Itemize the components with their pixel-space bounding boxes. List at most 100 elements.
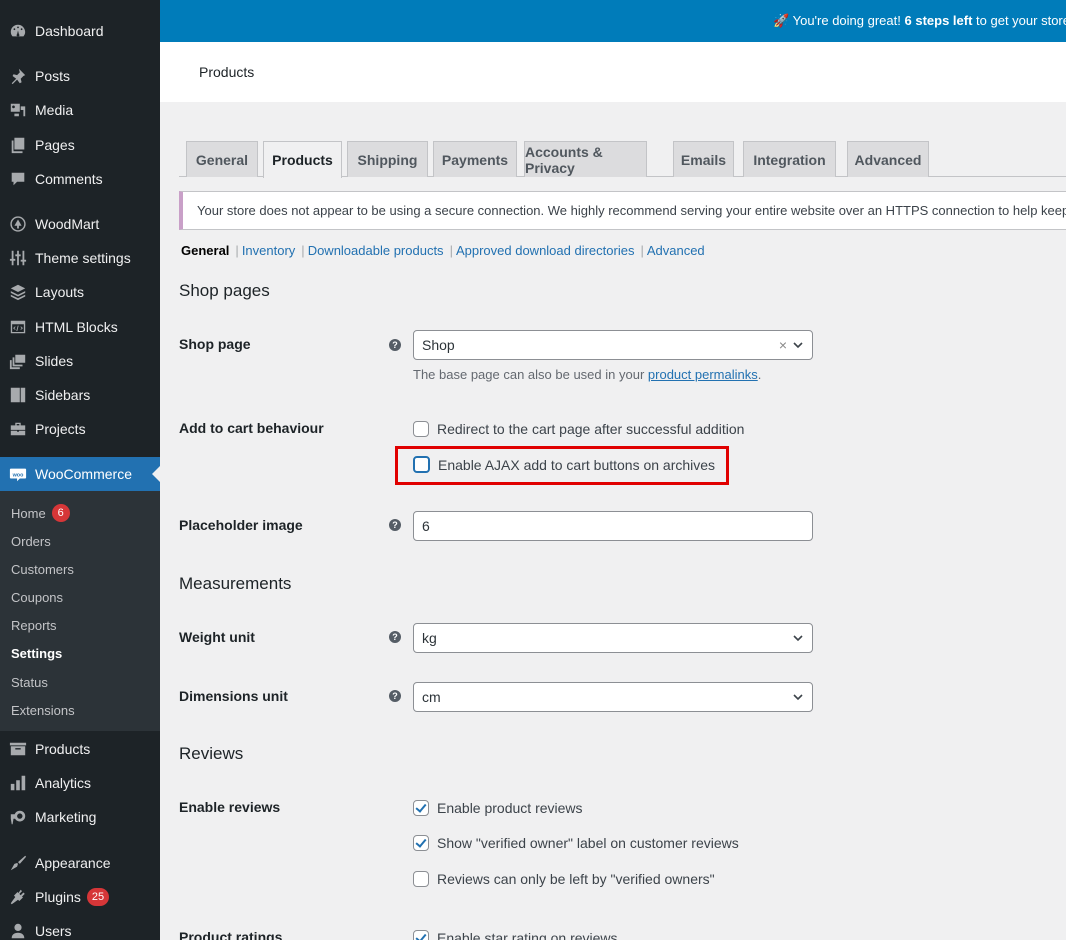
banner-text-after: to get your store xyxy=(976,13,1066,28)
subnav-link-inventory[interactable]: Inventory xyxy=(242,243,295,258)
dimensions-unit-select[interactable]: cm xyxy=(413,682,813,712)
enable-product-reviews-checkbox[interactable] xyxy=(413,800,429,816)
tab-products[interactable]: Products xyxy=(263,141,342,178)
submenu-item-reports[interactable]: Reports xyxy=(11,615,57,635)
woo-icon: woo xyxy=(8,464,28,484)
verified-owner-label-option[interactable]: Show "verified owner" label on customer … xyxy=(413,835,739,851)
tab-accounts-privacy[interactable]: Accounts & Privacy xyxy=(524,141,647,177)
sidebar-item-users[interactable]: Users xyxy=(0,914,160,940)
notification-badge: 6 xyxy=(51,504,70,522)
sidebar-item-plugins[interactable]: Plugins 25 xyxy=(0,880,160,914)
submenu-item-customers[interactable]: Customers xyxy=(11,559,74,579)
chevron-down-icon xyxy=(793,694,803,701)
help-icon[interactable]: ? xyxy=(389,519,401,531)
subnav-link-approved-download-directories[interactable]: Approved download directories xyxy=(456,243,635,258)
separator: | xyxy=(640,243,644,258)
sidebar-item-label: Sidebars xyxy=(35,387,91,403)
section-heading-shop-pages: Shop pages xyxy=(179,281,270,300)
help-icon[interactable]: ? xyxy=(389,690,401,702)
submenu-item-home[interactable]: Home 6 xyxy=(11,503,70,523)
verified-owner-label-checkbox[interactable] xyxy=(413,835,429,851)
tab-advanced[interactable]: Advanced xyxy=(847,141,929,177)
active-indicator xyxy=(152,466,160,482)
woodmart-icon xyxy=(8,214,28,234)
sidebar-item-label: WooCommerce xyxy=(35,466,132,482)
sidebar-item-label: Appearance xyxy=(35,855,111,871)
checkbox-label: Enable product reviews xyxy=(437,800,583,816)
verified-owners-only-checkbox[interactable] xyxy=(413,871,429,887)
banner-text: 🚀 You're doing great! 6 steps left to ge… xyxy=(773,13,1066,29)
setup-progress-banner[interactable]: 🚀 You're doing great! 6 steps left to ge… xyxy=(160,0,1066,42)
separator: | xyxy=(301,243,305,258)
submenu-item-coupons[interactable]: Coupons xyxy=(11,587,63,607)
tab-general[interactable]: General xyxy=(186,141,258,177)
user-icon xyxy=(8,921,28,940)
shop-page-select[interactable]: Shop × xyxy=(413,330,813,360)
https-warning-notice: Your store does not appear to be using a… xyxy=(179,191,1066,230)
subnav-link-downloadable-products[interactable]: Downloadable products xyxy=(308,243,444,258)
dimensions-unit-label: Dimensions unit xyxy=(179,688,288,704)
enable-star-rating-option[interactable]: Enable star rating on reviews xyxy=(413,930,618,940)
verified-owners-only-option[interactable]: Reviews can only be left by "verified ow… xyxy=(413,871,715,887)
submenu-item-extensions[interactable]: Extensions xyxy=(11,700,75,720)
redirect-to-cart-option[interactable]: Redirect to the cart page after successf… xyxy=(413,421,744,437)
checkbox-label: Redirect to the cart page after successf… xyxy=(437,421,745,437)
clear-icon[interactable]: × xyxy=(779,337,787,353)
comment-icon xyxy=(8,169,28,189)
placeholder-image-input[interactable]: 6 xyxy=(413,511,813,541)
sidebar-item-pages[interactable]: Pages xyxy=(0,128,160,162)
sidebar-item-html-blocks[interactable]: HTML Blocks xyxy=(0,310,160,344)
sidebar-item-woodmart[interactable]: WoodMart xyxy=(0,207,160,241)
sidebar-item-layouts[interactable]: Layouts xyxy=(0,275,160,309)
enable-star-rating-checkbox[interactable] xyxy=(413,930,429,940)
enable-product-reviews-option[interactable]: Enable product reviews xyxy=(413,800,583,816)
tab-emails[interactable]: Emails xyxy=(673,141,734,177)
product-permalinks-link[interactable]: product permalinks xyxy=(648,367,758,382)
chevron-down-icon xyxy=(793,635,803,642)
sidebar-item-label: Analytics xyxy=(35,775,92,791)
svg-text:woo: woo xyxy=(12,472,24,478)
sidebar-item-slides[interactable]: Slides xyxy=(0,344,160,378)
sidebar-item-media[interactable]: Media xyxy=(0,93,160,127)
sidebar-item-sidebars[interactable]: Sidebars xyxy=(0,378,160,412)
briefcase-icon xyxy=(8,419,28,439)
sidebar-item-woocommerce[interactable]: woo WooCommerce xyxy=(0,457,160,491)
sidebar-item-label: Pages xyxy=(35,137,75,153)
tab-integration[interactable]: Integration xyxy=(743,141,836,177)
sidebar-item-label: Products xyxy=(35,741,91,757)
sidebar-item-theme-settings[interactable]: Theme settings xyxy=(0,241,160,275)
checkbox-label: Enable star rating on reviews xyxy=(437,930,618,940)
sidebar-item-label: Theme settings xyxy=(35,250,131,266)
submenu-item-orders[interactable]: Orders xyxy=(11,531,51,551)
plugin-icon xyxy=(8,887,28,907)
pin-icon xyxy=(8,66,28,86)
help-icon[interactable]: ? xyxy=(389,631,401,643)
redirect-to-cart-checkbox[interactable] xyxy=(413,421,429,437)
sidebar-item-analytics[interactable]: Analytics xyxy=(0,766,160,800)
sidebar-item-label: Posts xyxy=(35,68,71,84)
slides-icon xyxy=(8,351,28,371)
weight-unit-label: Weight unit xyxy=(179,629,255,645)
sidebar-item-dashboard[interactable]: Dashboard xyxy=(0,14,160,48)
sidebar-item-label: Projects xyxy=(35,421,86,437)
shop-page-label: Shop page xyxy=(179,336,251,352)
tab-payments[interactable]: Payments xyxy=(433,141,517,177)
placeholder-image-label: Placeholder image xyxy=(179,517,303,533)
submenu-item-status[interactable]: Status xyxy=(11,672,48,692)
tab-shipping[interactable]: Shipping xyxy=(347,141,428,177)
sidebar-item-appearance[interactable]: Appearance xyxy=(0,846,160,880)
submenu-item-settings[interactable]: Settings xyxy=(11,643,62,663)
sidebar-item-label: Layouts xyxy=(35,284,85,300)
checkbox-label: Reviews can only be left by "verified ow… xyxy=(437,871,715,887)
sidebar-item-marketing[interactable]: Marketing xyxy=(0,800,160,834)
subnav-link-advanced[interactable]: Advanced xyxy=(647,243,705,258)
sidebar-item-products[interactable]: Products xyxy=(0,732,160,766)
section-heading-measurements: Measurements xyxy=(179,574,292,593)
bar-chart-icon xyxy=(8,773,28,793)
sidebar-item-posts[interactable]: Posts xyxy=(0,59,160,93)
dimensions-unit-value: cm xyxy=(422,689,441,705)
sidebar-item-comments[interactable]: Comments xyxy=(0,162,160,196)
sidebar-item-projects[interactable]: Projects xyxy=(0,412,160,446)
weight-unit-select[interactable]: kg xyxy=(413,623,813,653)
help-icon[interactable]: ? xyxy=(389,339,401,351)
